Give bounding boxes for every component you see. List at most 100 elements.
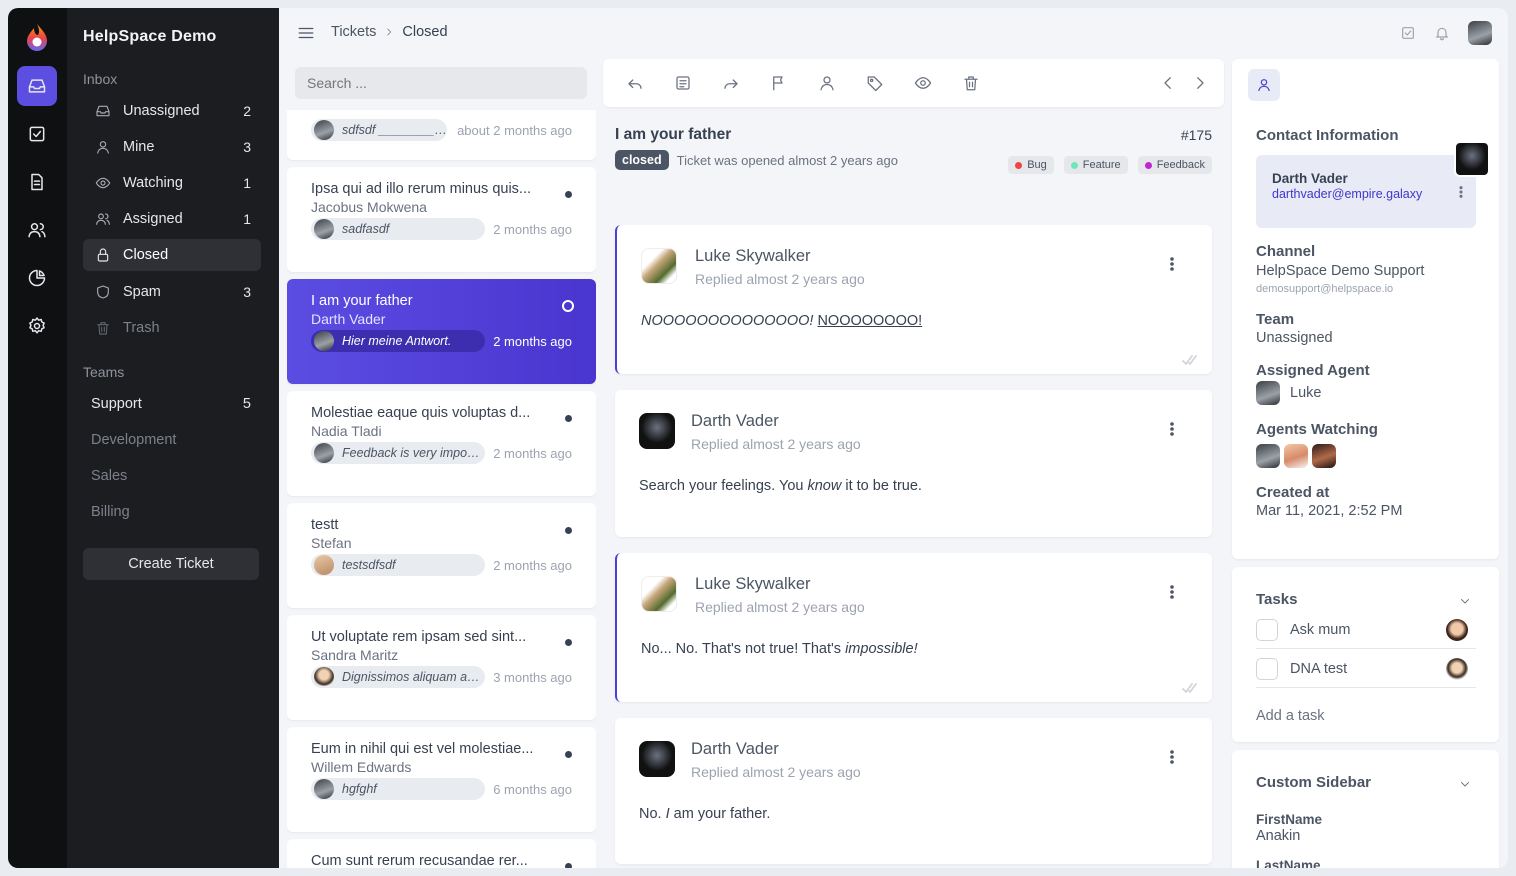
message-author: Darth Vader [691, 412, 779, 430]
ticket-card[interactable]: sdfsdf ________ J... about 2 months ago [287, 110, 596, 160]
avatar[interactable] [1284, 444, 1308, 468]
ticket-card-meta: hgfghf 6 months ago [311, 778, 572, 800]
team-label: Team [1256, 311, 1295, 328]
check-square-icon[interactable] [1400, 25, 1416, 41]
message-body: Search your feelings. You know it to be … [639, 478, 922, 494]
ticket-requester: Willem Edwards [311, 759, 412, 775]
menu-icon[interactable] [297, 24, 315, 42]
contact-tab-button[interactable] [1248, 69, 1280, 101]
tag-label: Feature [1082, 159, 1121, 171]
rail-customers-button[interactable] [17, 210, 57, 250]
nav-item-trash[interactable]: Trash [83, 312, 261, 344]
ticket-time: about 2 months ago [457, 122, 572, 138]
ticket-snippet: Feedback is very import... [311, 442, 485, 464]
tag-button[interactable] [866, 74, 884, 92]
ticket-title: Molestiae eaque quis voluptas d... [311, 405, 531, 421]
contact-card[interactable]: Darth Vader darthvader@empire.galaxy [1256, 155, 1476, 228]
team-item-billing[interactable]: Billing [83, 496, 261, 528]
chevron-left-icon [1164, 77, 1171, 89]
message-menu-button[interactable] [1170, 422, 1174, 436]
pie-chart-icon [28, 269, 46, 287]
message-menu-button[interactable] [1170, 750, 1174, 764]
next-ticket-button[interactable] [1191, 74, 1209, 92]
team-label: Development [91, 432, 177, 448]
ticket-list: sdfsdf ________ J... about 2 months ago … [287, 58, 596, 868]
team-item-development[interactable]: Development [83, 424, 261, 456]
watch-button[interactable] [914, 74, 932, 92]
contact-menu-button[interactable] [1459, 185, 1463, 198]
user-icon [95, 139, 111, 155]
reply-button[interactable] [626, 74, 644, 92]
avatar [314, 555, 334, 575]
ticket-card[interactable]: Eum in nihil qui est vel molestiae... Wi… [287, 727, 596, 832]
ticket-snippet: Dignissimos aliquam au... [311, 666, 485, 688]
avatar[interactable] [1312, 444, 1336, 468]
flag-button[interactable] [770, 74, 788, 92]
ticket-time: 2 months ago [493, 445, 572, 461]
nav-item-assigned[interactable]: Assigned 1 [83, 203, 261, 235]
message-menu-button[interactable] [1170, 585, 1174, 599]
collapse-tasks-button[interactable] [1459, 594, 1471, 606]
rail-settings-button[interactable] [17, 306, 57, 346]
note-button[interactable] [674, 74, 692, 92]
message-text: Search your feelings. You [639, 478, 808, 494]
user-avatar[interactable] [1468, 21, 1492, 45]
tag-label: Bug [1027, 159, 1047, 171]
ticket-header: I am your father #175 closed Ticket was … [615, 126, 1212, 174]
rail-inbox-button[interactable] [17, 66, 57, 106]
ticket-card[interactable]: testt Stefan testsdfsdf 2 months ago [287, 503, 596, 608]
task-checkbox[interactable] [1256, 618, 1278, 641]
ticket-card[interactable]: Cum sunt rerum recusandae rer... [287, 839, 596, 868]
tag-bug[interactable]: Bug [1008, 156, 1054, 174]
task-label[interactable]: Ask mum [1290, 622, 1446, 638]
nav-item-mine[interactable]: Mine 3 [83, 131, 261, 163]
tag-feature[interactable]: Feature [1063, 156, 1128, 174]
team-item-support[interactable]: Support 5 [83, 388, 261, 420]
avatar[interactable] [1256, 444, 1280, 468]
ticket-title: I am your father [311, 293, 413, 309]
search-input[interactable] [295, 67, 587, 99]
message-time: Replied almost 2 years ago [695, 599, 865, 615]
rail-docs-button[interactable] [17, 162, 57, 202]
ticket-number: #175 [1180, 127, 1212, 143]
task-label[interactable]: DNA test [1290, 661, 1446, 677]
rail-tasks-button[interactable] [17, 114, 57, 154]
ticket-card-selected[interactable]: I am your father Darth Vader Hier meine … [287, 279, 596, 384]
breadcrumb: Tickets Closed [331, 24, 448, 40]
nav-item-watching[interactable]: Watching 1 [83, 167, 261, 199]
nav-item-unassigned[interactable]: Unassigned 2 [83, 95, 261, 127]
assign-button[interactable] [818, 74, 836, 92]
contact-email[interactable]: darthvader@empire.galaxy [1272, 187, 1460, 201]
rail-reports-button[interactable] [17, 258, 57, 298]
previous-ticket-button[interactable] [1159, 74, 1177, 92]
breadcrumb-tickets[interactable]: Tickets [331, 24, 376, 40]
ticket-card[interactable]: Ut voluptate rem ipsam sed sint... Sandr… [287, 615, 596, 720]
unread-dot [565, 751, 572, 758]
add-task-button[interactable]: Add a task [1256, 708, 1325, 724]
contact-panel: Contact Information Darth Vader darthvad… [1232, 59, 1499, 559]
tag-feedback[interactable]: Feedback [1137, 156, 1212, 174]
nav-item-spam[interactable]: Spam 3 [83, 276, 261, 308]
unread-dot [565, 639, 572, 646]
ticket-card[interactable]: Molestiae eaque quis voluptas d... Nadia… [287, 391, 596, 496]
message-time: Replied almost 2 years ago [695, 271, 865, 287]
bell-icon[interactable] [1434, 25, 1450, 41]
ticket-card-meta: Feedback is very import... 2 months ago [311, 442, 572, 464]
ticket-requester: Stefan [311, 535, 352, 551]
message-menu-button[interactable] [1170, 257, 1174, 271]
task-checkbox[interactable] [1256, 657, 1278, 680]
tag-icon [867, 76, 883, 92]
nav-item-closed[interactable]: Closed [83, 239, 261, 271]
nav-item-count: 3 [243, 284, 251, 300]
nav-item-count: 1 [243, 175, 251, 191]
create-ticket-button[interactable]: Create Ticket [83, 548, 259, 580]
message-body: NOOOOOOOOOOOOOO! NOOOOOOOO! [641, 313, 922, 329]
unread-dot [565, 527, 572, 534]
team-item-sales[interactable]: Sales [83, 460, 261, 492]
ticket-title: Cum sunt rerum recusandae rer... [311, 853, 528, 868]
forward-button[interactable] [722, 74, 740, 92]
collapse-custom-sidebar-button[interactable] [1459, 777, 1471, 789]
assigned-agent[interactable]: Luke [1256, 381, 1321, 405]
ticket-card[interactable]: Ipsa qui ad illo rerum minus quis... Jac… [287, 167, 596, 272]
delete-button[interactable] [962, 74, 980, 92]
